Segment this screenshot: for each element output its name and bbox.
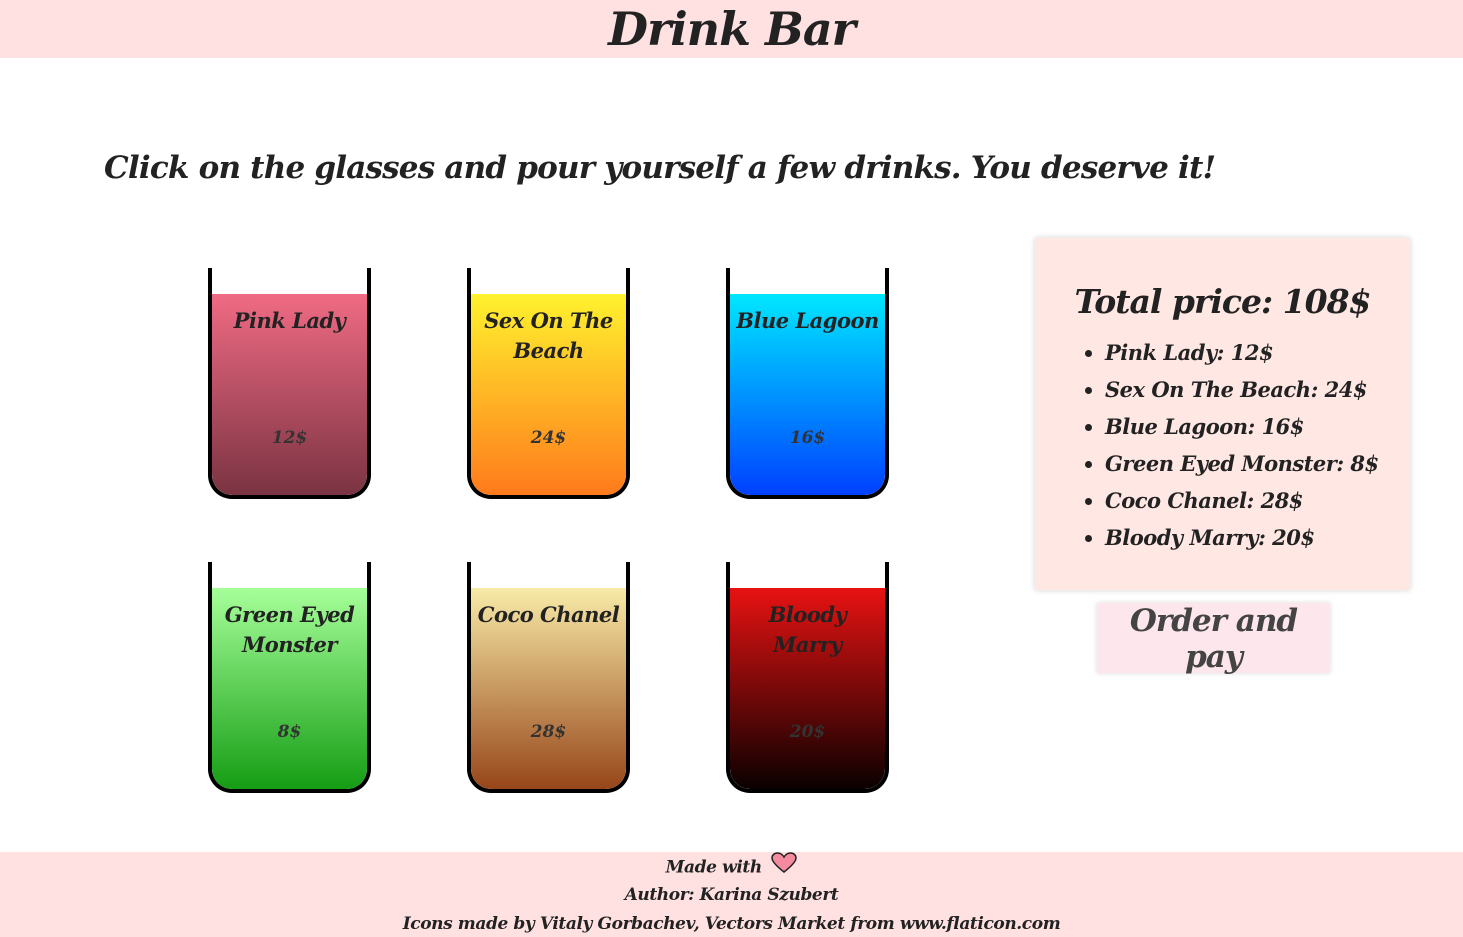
order-summary: Total price: 108$ Pink Lady: 12$ Sex On …: [1035, 238, 1410, 590]
page-title: Drink Bar: [608, 2, 856, 56]
order-item: Pink Lady: 12$: [1105, 334, 1379, 371]
glass-blue-lagoon[interactable]: Blue Lagoon 16$: [726, 268, 889, 499]
page-header: Drink Bar: [0, 0, 1463, 58]
made-with-text: Made with: [665, 857, 763, 878]
order-item: Green Eyed Monster: 8$: [1105, 445, 1379, 482]
glass-green-eyed-monster[interactable]: Green Eyed Monster 8$: [208, 562, 371, 793]
glass-price: 24$: [530, 428, 567, 448]
glass-pink-lady[interactable]: Pink Lady 12$: [208, 268, 371, 499]
made-with-line: Made with: [0, 852, 1463, 881]
glass-name: Green Eyed Monster: [224, 602, 355, 657]
intro-text: Click on the glasses and pour yourself a…: [104, 150, 1216, 186]
order-item: Blue Lagoon: 16$: [1105, 408, 1379, 445]
glass-price: 20$: [789, 722, 826, 742]
heart-icon: [771, 852, 798, 884]
order-list: Pink Lady: 12$ Sex On The Beach: 24$ Blu…: [1105, 334, 1379, 556]
total-price: Total price: 108$: [1074, 282, 1371, 321]
author-text: Author: Karina Szubert: [624, 885, 839, 905]
order-and-pay-button[interactable]: Order and pay: [1097, 603, 1330, 675]
glass-name: Blue Lagoon: [736, 308, 879, 333]
credits-text: Icons made by Vitaly Gorbachev, Vectors …: [402, 914, 1061, 934]
glass-coco-chanel[interactable]: Coco Chanel 28$: [467, 562, 630, 793]
order-item: Sex On The Beach: 24$: [1105, 371, 1379, 408]
glass-price: 16$: [789, 428, 826, 448]
page-footer: Made with Author: Karina Szubert Icons m…: [0, 852, 1463, 937]
glass-name: Pink Lady: [233, 308, 346, 333]
glass-name: Bloody Marry: [768, 602, 847, 657]
order-item: Coco Chanel: 28$: [1105, 482, 1379, 519]
glass-price: 28$: [530, 722, 567, 742]
glass-name: Coco Chanel: [477, 602, 620, 627]
glass-name: Sex On The Beach: [484, 308, 613, 363]
glass-bloody-marry[interactable]: Bloody Marry 20$: [726, 562, 889, 793]
glass-sex-on-the-beach[interactable]: Sex On The Beach 24$: [467, 268, 630, 499]
glass-price: 12$: [271, 428, 308, 448]
glass-price: 8$: [277, 722, 302, 742]
order-item: Bloody Marry: 20$: [1105, 519, 1379, 556]
